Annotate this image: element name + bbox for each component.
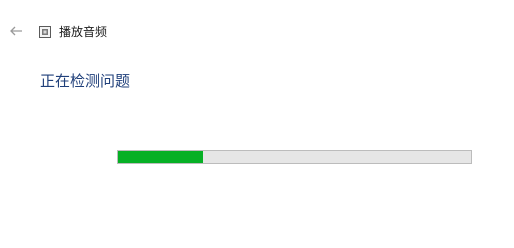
window-title: 播放音频 (59, 25, 108, 39)
title-bar: 播放音频 (0, 22, 514, 42)
progress-bar-fill (118, 151, 203, 163)
progress-bar (117, 150, 472, 164)
status-heading: 正在检测问题 (40, 72, 131, 90)
back-arrow-icon[interactable] (8, 23, 24, 39)
troubleshooter-icon (38, 24, 52, 38)
troubleshooter-window: 播放音频 正在检测问题 (0, 0, 514, 248)
